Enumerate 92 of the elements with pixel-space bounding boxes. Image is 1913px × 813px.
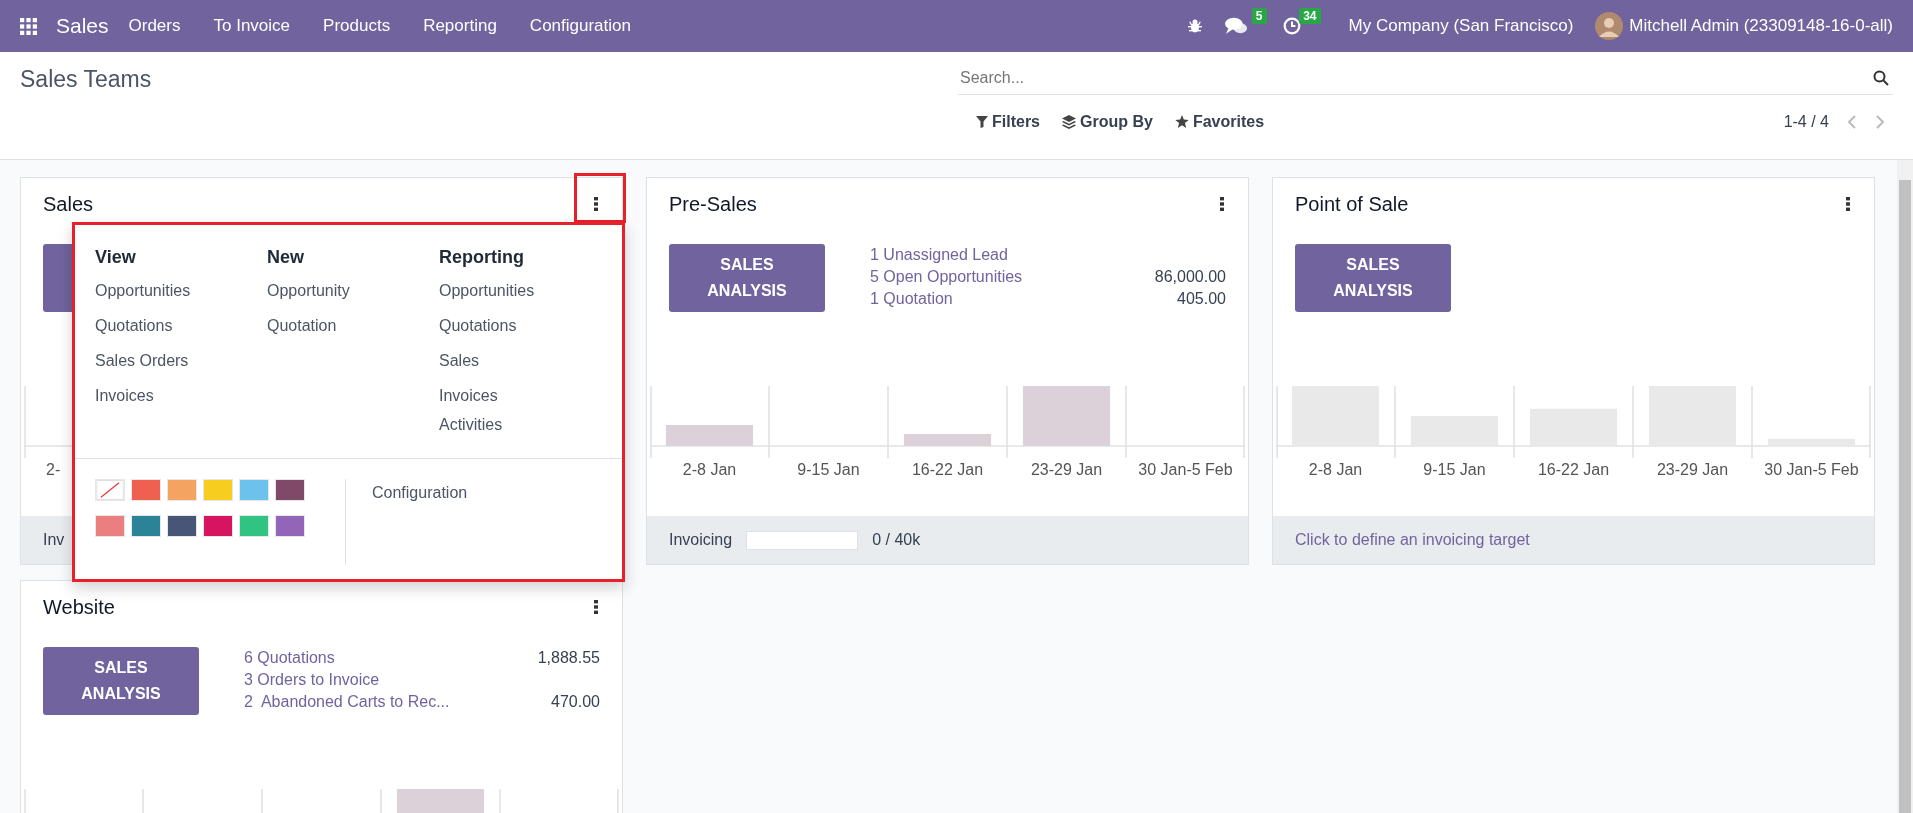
color-swatch[interactable] (275, 479, 305, 501)
team-name: Website (43, 595, 115, 619)
scrollbar[interactable] (1897, 160, 1913, 813)
color-swatch[interactable] (275, 515, 305, 537)
stat-link[interactable]: 1 Quotation (870, 290, 953, 308)
stat-amount: 470.00 (551, 693, 600, 711)
dropdown-menu-item[interactable]: Quotation (267, 316, 337, 335)
invoicing-label: Inv (43, 531, 65, 549)
no-color-swatch[interactable] (95, 479, 125, 501)
stat-link[interactable]: 5 Open Opportunities (870, 268, 1023, 286)
chart-axis-label: 16-22 Jan (1536, 461, 1611, 479)
chart-axis-label: 2-8 Jan (1307, 461, 1364, 479)
nav-menu-item[interactable]: Products (323, 16, 391, 36)
activities-count-badge: 34 (1299, 8, 1321, 24)
chart-axis-label: 2- (45, 461, 61, 479)
nav-menu-item[interactable]: Reporting (423, 16, 497, 36)
sales-analysis-button[interactable]: SALES ANALYSIS (669, 244, 825, 312)
chart-axis-label: 30 Jan-5 Feb (1137, 461, 1234, 479)
dropdown-menu-item[interactable]: Activities (439, 415, 503, 434)
nav-menu-item[interactable]: Configuration (529, 16, 631, 36)
nav-menu-item[interactable]: To Invoice (213, 16, 291, 36)
search-input[interactable]: Search... (958, 69, 1873, 87)
dropdown-section-heading: View (95, 247, 136, 268)
stat-link[interactable]: 3 Orders to Invoice (244, 671, 380, 689)
chart-axis-label: 23-29 Jan (1655, 461, 1730, 479)
team-name: Point of Sale (1295, 192, 1409, 216)
search-option-button[interactable]: Group By (1056, 109, 1159, 135)
color-swatch[interactable] (239, 515, 269, 537)
chat-icon[interactable] (1224, 17, 1247, 35)
stat-link[interactable]: 6 Quotations (244, 649, 335, 667)
apps-grid-icon[interactable] (20, 17, 37, 35)
dropdown-section-heading: Reporting (439, 247, 524, 268)
color-swatch[interactable] (131, 515, 161, 537)
stat-link[interactable]: 1 Unassigned Lead (870, 246, 1008, 264)
dropdown-menu-item[interactable]: Quotations (439, 316, 517, 335)
clock-icon[interactable] (1282, 17, 1301, 35)
dropdown-section-heading: New (267, 247, 304, 268)
messages-count-badge: 5 (1251, 8, 1267, 24)
color-swatch[interactable] (239, 479, 269, 501)
stat-amount: 86,000.00 (1154, 268, 1226, 286)
search-field[interactable]: Search... (958, 62, 1893, 95)
team-name: Sales (43, 192, 94, 216)
team-name: Pre-Sales (669, 192, 757, 216)
search-option-button[interactable]: Favorites (1168, 109, 1271, 135)
stat-amount: 1,888.55 (537, 649, 600, 667)
invoicing-target-link[interactable]: Click to define an invoicing target (1295, 531, 1530, 549)
next-page-icon[interactable] (1875, 115, 1885, 129)
dropdown-menu-item[interactable]: Invoices (439, 386, 498, 405)
dropdown-menu-item[interactable]: Sales Orders (95, 351, 189, 370)
bug-icon[interactable] (1186, 18, 1203, 34)
invoicing-label: Invoicing (669, 531, 733, 549)
app-name[interactable]: Sales (56, 14, 109, 38)
chart-axis-label: 9-15 Jan (1422, 461, 1487, 479)
user-name[interactable]: Mitchell Admin (23309148-16-0-all) (1629, 16, 1893, 36)
user-avatar[interactable] (1595, 12, 1624, 40)
color-swatch[interactable] (95, 515, 125, 537)
dropdown-menu-item[interactable]: Sales (439, 351, 480, 370)
more-options-icon[interactable] (594, 600, 598, 614)
color-swatch[interactable] (167, 515, 197, 537)
layers-icon (1062, 115, 1076, 129)
previous-page-icon[interactable] (1847, 115, 1857, 129)
stat-link[interactable]: 2 Abandoned Carts to Rec... (244, 693, 450, 711)
more-options-icon[interactable] (1220, 197, 1224, 211)
dropdown-menu-item[interactable]: Opportunities (439, 281, 535, 300)
dropdown-menu-item[interactable]: Opportunity (267, 281, 350, 300)
sales-analysis-button[interactable]: SALES ANALYSIS (1295, 244, 1451, 312)
more-options-icon[interactable] (594, 197, 598, 211)
dropdown-menu-item[interactable]: Quotations (95, 316, 173, 335)
chart-axis-label: 16-22 Jan (910, 461, 985, 479)
pager-value[interactable]: 1-4 / 4 (1783, 113, 1829, 131)
chart-axis-label: 2-8 Jan (681, 461, 738, 479)
chart-axis-label: 9-15 Jan (796, 461, 861, 479)
search-option-button[interactable]: Filters (970, 109, 1046, 135)
color-swatch[interactable] (203, 515, 233, 537)
dropdown-menu-item[interactable]: Invoices (95, 386, 154, 405)
dropdown-menu-item[interactable]: Opportunities (95, 281, 191, 300)
color-swatch[interactable] (131, 479, 161, 501)
search-icon[interactable] (1873, 70, 1889, 86)
configuration-link[interactable]: Configuration (372, 483, 468, 549)
page-title: Sales Teams (20, 66, 153, 93)
company-switcher[interactable]: My Company (San Francisco) (1348, 16, 1574, 36)
chart-axis-label: 30 Jan-5 Feb (1763, 461, 1860, 479)
nav-menu-item[interactable]: Orders (128, 16, 181, 36)
chart-axis-label: 23-29 Jan (1029, 461, 1104, 479)
more-options-icon[interactable] (1846, 197, 1850, 211)
sales-analysis-button[interactable]: SALES ANALYSIS (43, 647, 199, 715)
color-swatch[interactable] (167, 479, 197, 501)
filter-icon (976, 116, 988, 128)
stat-amount: 405.00 (1177, 290, 1226, 308)
invoicing-reading: 0 / 40k (872, 531, 921, 549)
star-icon (1174, 115, 1189, 129)
color-swatch[interactable] (203, 479, 233, 501)
